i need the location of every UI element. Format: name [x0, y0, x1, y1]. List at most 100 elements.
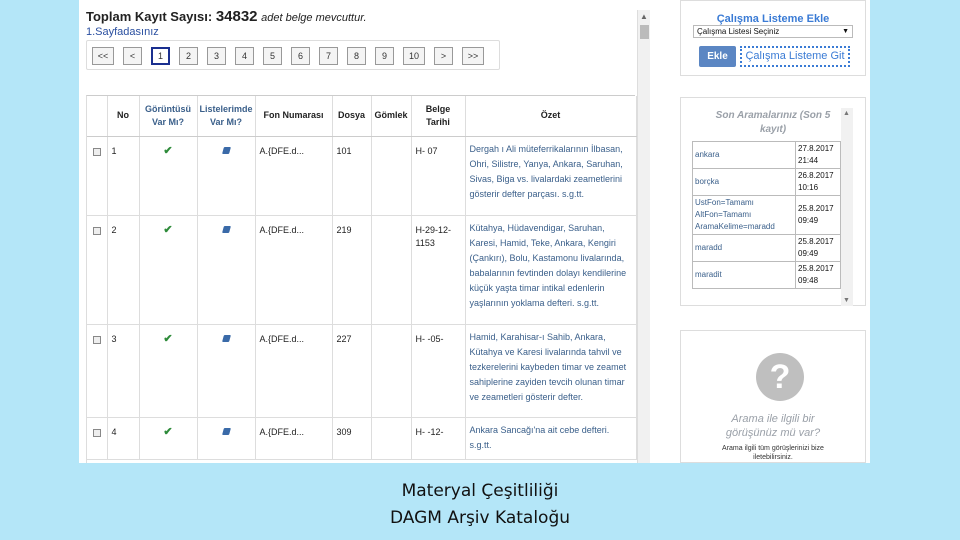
recent-time: 21:44 [798, 156, 819, 165]
recent-title-line2: kayıt) [759, 124, 787, 135]
feedback-panel: ? Arama ile ilgili bir görüşünüz mü var?… [680, 330, 866, 463]
row-ozet[interactable]: Ankara Sancağı'na ait cebe defteri. s.g.… [465, 417, 637, 460]
recent-query[interactable]: borçka [692, 168, 796, 196]
scroll-down-icon[interactable]: ▼ [843, 297, 850, 304]
recent-item[interactable]: ankara 27.8.2017 21:44 [692, 141, 841, 169]
book-icon[interactable] [221, 334, 231, 342]
recent-date: 25.8.2017 [798, 237, 834, 246]
recent-item[interactable]: maradit 25.8.2017 09:48 [692, 261, 841, 289]
page-button-10[interactable]: 10 [403, 47, 425, 65]
col-dosya: Dosya [332, 96, 372, 137]
table-row[interactable]: 4 ✔ A.{DFE.d... 309 H- -12- Ankara Sanca… [87, 417, 637, 460]
recent-datetime: 25.8.2017 09:49 [795, 195, 841, 235]
table-row[interactable]: 3 ✔ A.{DFE.d... 227 H- -05- Hamid, Karah… [87, 324, 637, 418]
row-fon[interactable]: A.{DFE.d... [255, 324, 333, 418]
scrollbar-thumb[interactable] [640, 25, 649, 39]
worklist-panel: Çalışma Listeme Ekle Çalışma Listesi Seç… [680, 0, 866, 76]
add-to-worklist-button[interactable]: Ekle [699, 46, 736, 67]
feedback-line2: görüşünüz mü var? [725, 427, 821, 439]
recent-date: 25.8.2017 [798, 204, 834, 213]
row-gomlek [371, 324, 412, 418]
row-gomlek [371, 215, 412, 325]
feedback-line3: Arama ilgili tüm görüşlerinizi bize [722, 445, 824, 452]
page-button-4[interactable]: 4 [235, 47, 254, 65]
col-listed: Listelerimde Var Mı? [197, 96, 256, 137]
recent-date: 27.8.2017 [798, 144, 834, 153]
question-icon: ? [756, 353, 804, 401]
row-checkbox[interactable] [92, 226, 101, 235]
row-tarih: H- -12- [411, 417, 466, 460]
caption-line1: Materyal Çeşitliliği [401, 481, 559, 501]
caption-line2: DAGM Arşiv Kataloğu [389, 508, 571, 528]
go-to-worklist-button[interactable]: Çalışma Listeme Git [740, 46, 850, 67]
recent-item[interactable]: borçka 26.8.2017 10:16 [692, 168, 841, 196]
prev-page-button[interactable]: < [123, 47, 142, 65]
total-records: Toplam Kayıt Sayısı: 34832 adet belge me… [86, 8, 367, 25]
page-button-8[interactable]: 8 [347, 47, 366, 65]
recent-item[interactable]: UstFon=Tamamı AltFon=Tamamı AramaKelime=ma… [692, 195, 841, 235]
row-tarih: H- 07 [411, 136, 466, 216]
col-fon: Fon Numarası [255, 96, 333, 137]
row-fon[interactable]: A.{DFE.d... [255, 417, 333, 460]
page-button-6[interactable]: 6 [291, 47, 310, 65]
page-button-5[interactable]: 5 [263, 47, 282, 65]
recent-scrollbar[interactable]: ▲ ▼ [841, 108, 853, 306]
row-fon[interactable]: A.{DFE.d... [255, 136, 333, 216]
row-dosya: 101 [332, 136, 372, 216]
recent-datetime: 27.8.2017 21:44 [795, 141, 841, 169]
feedback-line1: Arama ile ilgili bir [731, 413, 815, 425]
recent-time: 10:16 [798, 183, 819, 192]
recent-query[interactable]: ankara [692, 141, 796, 169]
row-fon[interactable]: A.{DFE.d... [255, 215, 333, 325]
col-viewed: Görüntüsü Var Mı? [139, 96, 198, 137]
row-no: 3 [107, 324, 140, 418]
col-no: No [107, 96, 140, 137]
feedback-line4: iletebilirsiniz. [753, 454, 793, 461]
total-suffix: adet belge mevcuttur. [261, 12, 367, 24]
recent-item[interactable]: maradd 25.8.2017 09:49 [692, 234, 841, 262]
recent-datetime: 25.8.2017 09:49 [795, 234, 841, 262]
scroll-up-icon[interactable]: ▲ [640, 12, 648, 21]
checkmark-icon: ✔ [163, 223, 173, 236]
row-checkbox[interactable] [92, 147, 101, 156]
feedback-note: Arama ilgili tüm görüşlerinizi bize ilet… [681, 444, 865, 462]
row-dosya: 227 [332, 324, 372, 418]
row-ozet[interactable]: Dergah ı Ali müteferrikalarının İlbasan,… [465, 136, 637, 216]
page-button-9[interactable]: 9 [375, 47, 394, 65]
recent-title-line1: Son Aramalarınız (Son 5 [715, 110, 831, 121]
recent-time: 09:49 [798, 216, 819, 225]
row-checkbox[interactable] [92, 335, 101, 344]
row-ozet[interactable]: Kütahya, Hüdavendigar, Saruhan, Karesi, … [465, 215, 637, 325]
recent-query[interactable]: maradit [692, 261, 796, 289]
table-row[interactable]: 1 ✔ A.{DFE.d... 101 H- 07 Dergah ı Ali m… [87, 136, 637, 216]
slide-caption: Materyal Çeşitliliği DAGM Arşiv Kataloğu [0, 478, 960, 532]
page-button-3[interactable]: 3 [207, 47, 226, 65]
book-icon[interactable] [221, 427, 231, 435]
col-listed-line1: Listelerimde [199, 103, 253, 114]
last-page-button[interactable]: >> [462, 47, 484, 65]
next-page-button[interactable]: > [434, 47, 453, 65]
col-select [87, 96, 108, 137]
col-tarih: Belge Tarihi [411, 96, 466, 137]
dropdown-arrow-icon: ▼ [842, 28, 849, 35]
page-button-7[interactable]: 7 [319, 47, 338, 65]
col-viewed-line1: Görüntüsü [145, 103, 191, 114]
recent-query[interactable]: maradd [692, 234, 796, 262]
recent-date: 26.8.2017 [798, 171, 834, 180]
first-page-button[interactable]: << [92, 47, 114, 65]
page-button-1[interactable]: 1 [151, 47, 170, 65]
page-button-2[interactable]: 2 [179, 47, 198, 65]
worklist-select[interactable]: Çalışma Listesi Seçiniz ▼ [693, 25, 853, 38]
row-ozet[interactable]: Hamid, Karahisar-ı Sahib, Ankara, Kütahy… [465, 324, 637, 418]
recent-time: 09:49 [798, 249, 819, 258]
table-row[interactable]: 2 ✔ A.{DFE.d... 219 H-29-12-1153 Kütahya… [87, 215, 637, 325]
scroll-up-icon[interactable]: ▲ [843, 110, 850, 117]
row-checkbox[interactable] [92, 428, 101, 437]
feedback-question[interactable]: Arama ile ilgili bir görüşünüz mü var? [681, 412, 865, 440]
row-tarih: H- -05- [411, 324, 466, 418]
book-icon[interactable] [221, 225, 231, 233]
results-scrollbar[interactable]: ▲ [637, 10, 650, 463]
recent-query-line: AltFon=Tamamı [695, 210, 752, 219]
recent-query[interactable]: UstFon=Tamamı AltFon=Tamamı AramaKelime=ma… [692, 195, 796, 235]
book-icon[interactable] [221, 146, 231, 154]
